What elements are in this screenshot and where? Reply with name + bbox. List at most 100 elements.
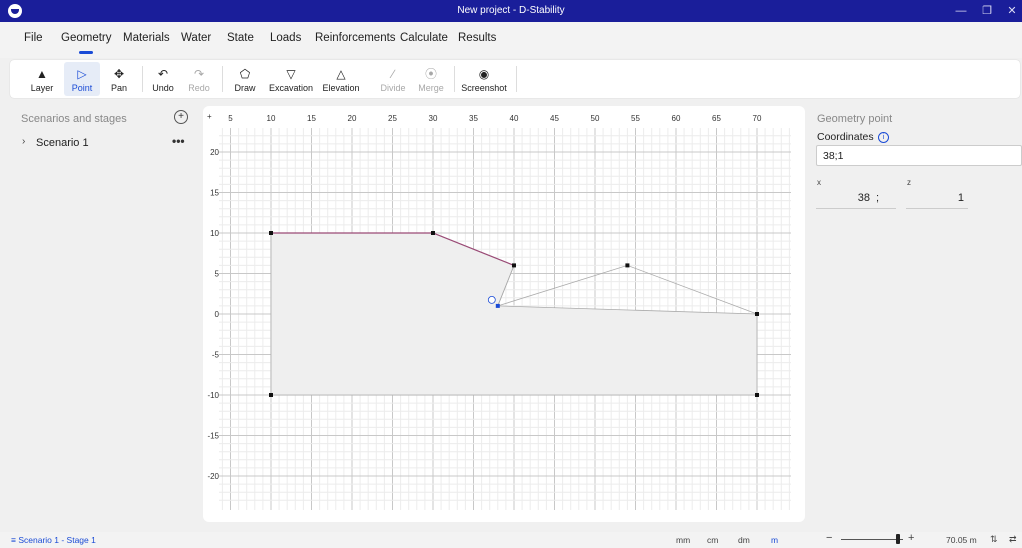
status-bar: ≡ Scenario 1 - Stage 1 mm cm dm m − + 70… xyxy=(0,532,1022,548)
point-cursor-icon: ▷ xyxy=(77,67,87,81)
selected-geometry-point[interactable] xyxy=(495,303,500,308)
scenario-label: Scenario 1 xyxy=(36,137,89,149)
zoom-slider[interactable] xyxy=(841,539,903,540)
coordinates-label: Coordinates xyxy=(817,131,874,143)
unit-mm[interactable]: mm xyxy=(676,535,690,545)
menu-geometry[interactable]: Geometry xyxy=(61,32,112,54)
y-tick-label: -20 xyxy=(207,472,219,481)
y-tick-label: -15 xyxy=(207,432,219,441)
unit-m[interactable]: m xyxy=(771,535,778,545)
undo-icon: ↶ xyxy=(157,67,169,81)
toolbar-divider xyxy=(454,66,455,92)
x-tick-label: 60 xyxy=(672,114,681,123)
x-label: x xyxy=(817,178,821,187)
merge-button[interactable]: ⦿ Merge xyxy=(414,62,448,96)
y-tick-label: -5 xyxy=(212,351,220,360)
x-tick-label: 10 xyxy=(267,114,276,123)
z-underline xyxy=(906,208,968,209)
status-stage[interactable]: ≡ Scenario 1 - Stage 1 xyxy=(11,535,96,545)
y-tick-label: 10 xyxy=(210,229,219,238)
zoom-in-icon[interactable]: + xyxy=(908,532,914,544)
zoom-slider-thumb[interactable] xyxy=(896,534,901,544)
swap-vertical-icon[interactable]: ⇅ xyxy=(990,534,998,545)
geometry-point[interactable] xyxy=(755,312,759,316)
pan-tool-button[interactable]: ✥ Pan xyxy=(102,62,136,96)
move-arrows-icon: ✥ xyxy=(113,67,125,81)
layer-tool-button[interactable]: ▲ Layer xyxy=(22,62,62,96)
geometry-point-title: Geometry point xyxy=(817,113,893,125)
z-value-field[interactable]: 1 xyxy=(906,192,964,204)
scenarios-panel-title: Scenarios and stages xyxy=(21,113,127,125)
divide-icon: ∕ xyxy=(391,67,394,81)
title-bar: New project - D-Stability — ❐ ✕ xyxy=(0,0,1022,22)
info-icon[interactable]: i xyxy=(878,132,889,143)
geometry-view[interactable]: +5 10 15 20 25 30 35 40 45 50 55 60 65 7020151050-5-1… xyxy=(203,106,805,522)
coordinates-input[interactable]: 38;1 xyxy=(816,145,1022,166)
x-tick-label: 15 xyxy=(307,114,316,123)
stage-list-icon: ≡ xyxy=(11,535,16,545)
chevron-right-icon[interactable]: › xyxy=(22,136,25,147)
menu-calculate[interactable]: Calculate xyxy=(400,32,448,44)
geometry-canvas[interactable]: +5 10 15 20 25 30 35 40 45 50 55 60 65 70 20 15 10 5 0 -5 -1… xyxy=(203,106,805,522)
z-label: z xyxy=(907,178,911,187)
menu-water[interactable]: Water xyxy=(181,32,211,44)
redo-button[interactable]: ↷ Redo xyxy=(182,62,216,96)
x-tick-label: 20 xyxy=(348,114,357,123)
geometry-point[interactable] xyxy=(625,263,630,268)
cursor-arrow-icon: ▲ xyxy=(36,67,48,81)
redo-icon: ↷ xyxy=(193,67,205,81)
toolbar: ▲ Layer ▷ Point ✥ Pan ↶ Undo ↷ Redo ⬠ Dr… xyxy=(10,60,1020,98)
point-info-icon[interactable] xyxy=(487,295,496,304)
scenario-row[interactable]: › Scenario 1 ••• xyxy=(0,134,196,152)
draw-button[interactable]: ⬠ Draw xyxy=(226,62,264,96)
close-icon[interactable]: ✕ xyxy=(999,2,1022,20)
undo-button[interactable]: ↶ Undo xyxy=(146,62,180,96)
geometry-point[interactable] xyxy=(755,393,759,397)
minimize-icon[interactable]: — xyxy=(948,2,974,20)
excavation-button[interactable]: ▽ Excavation xyxy=(266,62,316,96)
x-tick-label: 70 xyxy=(753,114,762,123)
geometry-point[interactable] xyxy=(269,393,273,397)
y-tick-label: 20 xyxy=(210,148,219,157)
y-tick-label: 0 xyxy=(215,310,220,319)
geometry-point[interactable] xyxy=(269,231,273,235)
x-underline xyxy=(816,208,896,209)
menu-file[interactable]: File xyxy=(24,32,43,44)
x-tick-label: 65 xyxy=(712,114,721,123)
geometry-point-panel: Geometry point Coordinates i 38;1 x z 38… xyxy=(810,104,1022,524)
zoom-out-icon[interactable]: − xyxy=(826,532,832,544)
screenshot-button[interactable]: ◉ Screenshot xyxy=(458,62,510,96)
x-value-field[interactable]: 38 xyxy=(816,192,870,204)
polygon-icon: ⬠ xyxy=(239,67,251,81)
add-scenario-button[interactable]: + xyxy=(174,110,188,124)
menu-bar: File Geometry Materials Water State Load… xyxy=(0,22,1022,58)
unit-dm[interactable]: dm xyxy=(738,535,750,545)
menu-state[interactable]: State xyxy=(227,32,254,44)
camera-icon: ◉ xyxy=(478,67,490,81)
x-tick-label: 5 xyxy=(228,114,233,123)
geometry-point[interactable] xyxy=(512,263,516,268)
more-options-icon[interactable]: ••• xyxy=(172,134,185,148)
menu-reinforcements[interactable]: Reinforcements xyxy=(315,32,396,44)
toolbar-divider xyxy=(142,66,143,92)
x-tick-label: 35 xyxy=(469,114,478,123)
point-tool-button[interactable]: ▷ Point xyxy=(64,62,100,96)
geometry-point[interactable] xyxy=(431,231,435,235)
corner-plus-icon[interactable]: + xyxy=(207,112,212,121)
elevation-button[interactable]: △ Elevation xyxy=(318,62,364,96)
plus-icon: + xyxy=(178,111,184,122)
elevation-icon: △ xyxy=(336,67,346,81)
menu-results[interactable]: Results xyxy=(458,32,496,44)
x-tick-label: 30 xyxy=(429,114,438,123)
y-tick-label: -10 xyxy=(207,391,219,400)
excavation-icon: ▽ xyxy=(286,67,296,81)
swap-horizontal-icon[interactable]: ⇄ xyxy=(1009,534,1017,545)
toolbar-divider xyxy=(516,66,517,92)
divide-button[interactable]: ∕ Divide xyxy=(376,62,410,96)
menu-loads[interactable]: Loads xyxy=(270,32,301,44)
menu-materials[interactable]: Materials xyxy=(123,32,170,44)
unit-cm[interactable]: cm xyxy=(707,535,718,545)
scenarios-panel: Scenarios and stages + › Scenario 1 ••• xyxy=(0,104,196,524)
x-tick-label: 55 xyxy=(631,114,640,123)
restore-icon[interactable]: ❐ xyxy=(974,2,1000,20)
